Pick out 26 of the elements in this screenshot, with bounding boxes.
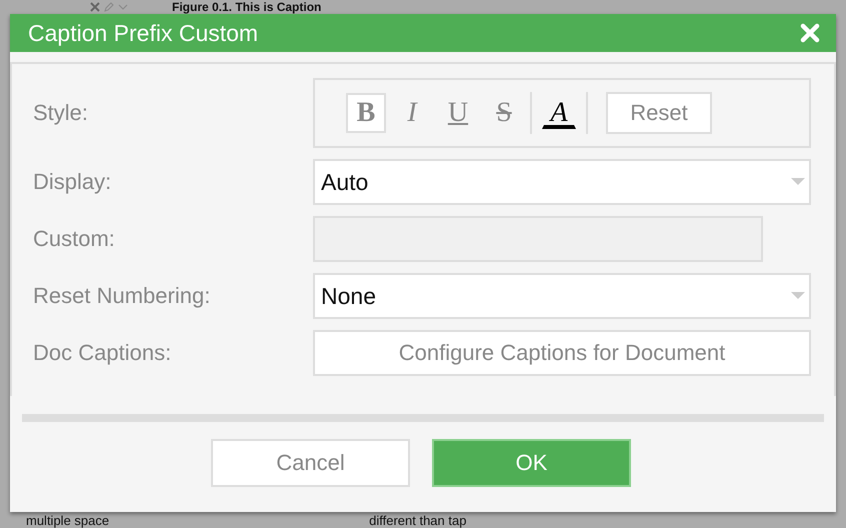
dropdown[interactable]: Auto: [313, 159, 811, 205]
format-toggle[interactable]: S: [484, 93, 524, 133]
format-toggle[interactable]: U: [438, 93, 478, 133]
reset-button[interactable]: Reset: [606, 92, 712, 134]
dropdown-caret-icon: [791, 292, 805, 300]
document-text: different than tap: [369, 512, 466, 528]
figure-caption: Figure 0.1. This is Caption: [172, 0, 322, 14]
format-toggle[interactable]: B: [346, 93, 386, 133]
field-label: Doc Captions:: [33, 340, 172, 366]
dropdown[interactable]: None: [313, 273, 811, 319]
field-label: Style:: [33, 100, 90, 126]
pencil-icon: [104, 2, 114, 12]
configure-button[interactable]: Configure Captions for Document: [313, 330, 811, 376]
field-label: Reset Numbering:: [33, 283, 212, 309]
dialog-title: Caption Prefix Custom: [28, 20, 258, 46]
chevron-down-icon: [118, 2, 128, 12]
field-label: Display:: [33, 169, 112, 195]
font-color-button[interactable]: A: [542, 97, 576, 129]
close-icon: [90, 2, 100, 12]
close-icon[interactable]: [800, 23, 820, 43]
cancel-button[interactable]: Cancel: [211, 439, 410, 487]
dropdown-caret-icon: [791, 178, 805, 186]
format-toggle[interactable]: I: [392, 93, 432, 133]
document-text: multiple space: [26, 512, 110, 528]
ok-button[interactable]: OK: [432, 439, 631, 487]
field-label: Custom:: [33, 226, 116, 252]
